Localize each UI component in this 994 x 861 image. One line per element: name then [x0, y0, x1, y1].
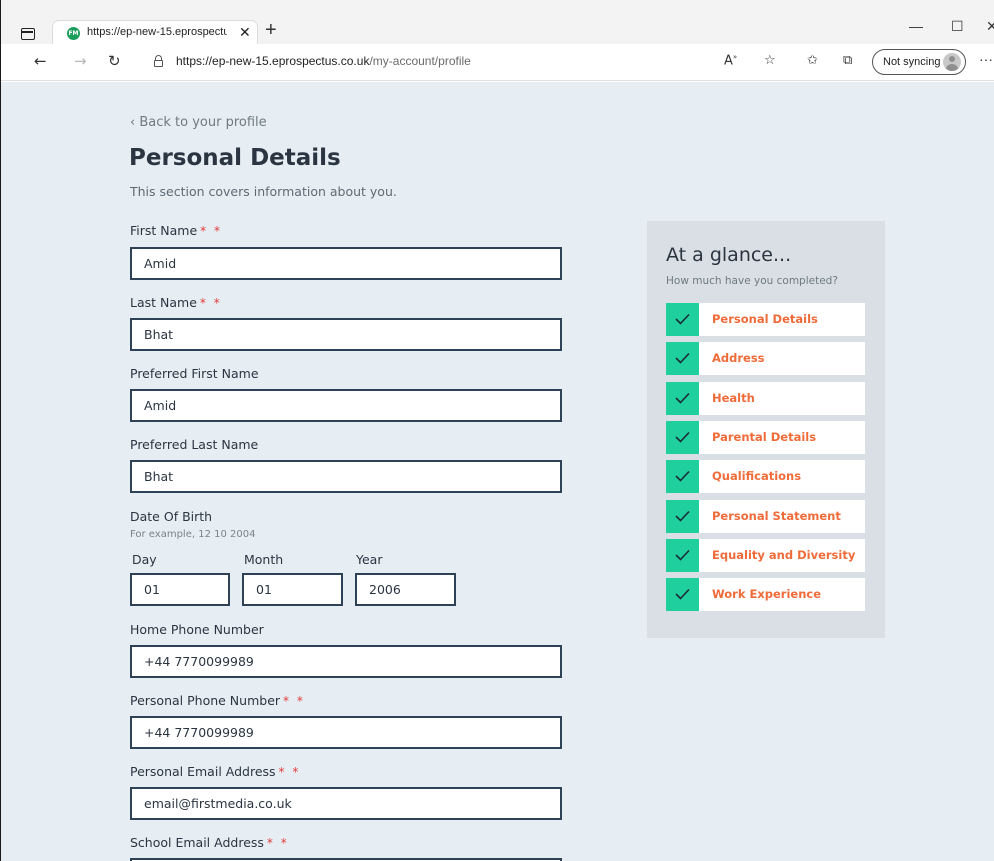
check-icon: [666, 578, 699, 611]
last-name-label: Last Name * *: [130, 295, 222, 310]
glance-subtitle: How much have you completed?: [666, 275, 838, 287]
first-name-label: First Name * *: [130, 223, 222, 238]
address-bar[interactable]: https://ep-new-15.eprospectus.co.uk/my-a…: [146, 50, 706, 74]
avatar-icon: [943, 53, 961, 71]
preferred-first-name-input[interactable]: Amid: [130, 389, 562, 422]
profile-button[interactable]: Not syncing: [872, 49, 966, 75]
more-icon[interactable]: ···: [979, 51, 993, 67]
first-name-label-text: First Name: [130, 223, 198, 238]
glance-item[interactable]: Address: [666, 342, 865, 375]
preferred-last-name-input[interactable]: Bhat: [130, 460, 562, 493]
forward-icon[interactable]: →: [74, 52, 87, 70]
at-a-glance-panel: At a glance... How much have you complet…: [647, 221, 885, 638]
back-icon[interactable]: ←: [34, 52, 47, 70]
glance-item-label: Equality and Diversity: [712, 548, 856, 562]
required-marker: * *: [278, 765, 301, 779]
month-label: Month: [244, 552, 284, 567]
address-toolbar: ← → ↻ https://ep-new-15.eprospectus.co.u…: [1, 44, 994, 81]
check-icon: [666, 303, 699, 336]
first-name-input[interactable]: Amid: [130, 247, 562, 280]
month-input[interactable]: 01: [242, 573, 343, 606]
maximize-icon[interactable]: ☐: [951, 18, 964, 35]
lock-icon[interactable]: [154, 55, 163, 67]
glance-item-label: Address: [712, 351, 765, 365]
favicon-icon: FM: [67, 27, 80, 40]
personal-phone-label-text: Personal Phone Number: [130, 693, 281, 708]
read-aloud-icon[interactable]: A»: [724, 53, 737, 68]
glance-item[interactable]: Personal Statement: [666, 500, 865, 533]
home-phone-input[interactable]: +44 7770099989: [130, 645, 562, 678]
minimize-icon[interactable]: —: [909, 18, 923, 34]
personal-email-label: Personal Email Address * *: [130, 764, 300, 779]
glance-item[interactable]: Personal Details: [666, 303, 865, 336]
day-input[interactable]: 01: [130, 573, 230, 606]
page-content: ‹ Back to your profile Personal Details …: [1, 82, 994, 861]
favorites-icon[interactable]: ✩: [807, 53, 818, 68]
check-icon: [666, 382, 699, 415]
last-name-input[interactable]: Bhat: [130, 318, 562, 351]
sync-label: Not syncing: [883, 56, 941, 68]
url-path: /my-account/profile: [369, 54, 471, 68]
browser-window: FM https://ep-new-15.eprospectus.c ✕ + —…: [0, 0, 994, 861]
check-icon: [666, 500, 699, 533]
window-menu-icon[interactable]: [21, 28, 35, 40]
glance-item-label: Work Experience: [712, 587, 822, 601]
glance-item-label: Qualifications: [712, 469, 802, 483]
page-title: Personal Details: [129, 145, 341, 171]
glance-item[interactable]: Health: [666, 382, 865, 415]
personal-email-label-text: Personal Email Address: [130, 764, 276, 779]
check-icon: [666, 539, 699, 572]
glance-title: At a glance...: [666, 244, 792, 266]
tab-strip: FM https://ep-new-15.eprospectus.c ✕ + —…: [1, 0, 994, 46]
page-subtitle: This section covers information about yo…: [130, 184, 397, 199]
collections-icon[interactable]: ⧉: [843, 53, 852, 68]
browser-tab[interactable]: FM https://ep-new-15.eprospectus.c ✕: [52, 20, 258, 46]
preferred-last-name-label: Preferred Last Name: [130, 437, 259, 452]
glance-item-label: Personal Details: [712, 312, 818, 326]
back-to-profile-link[interactable]: ‹ Back to your profile: [130, 115, 267, 130]
url-host: https://ep-new-15.eprospectus.co.uk: [176, 54, 370, 68]
personal-phone-input[interactable]: +44 7770099989: [130, 716, 562, 749]
required-marker: * *: [200, 224, 222, 238]
personal-email-input[interactable]: email@firstmedia.co.uk: [130, 787, 562, 820]
glance-item-label: Personal Statement: [712, 509, 841, 523]
required-marker: * *: [199, 296, 222, 310]
preferred-first-name-label: Preferred First Name: [130, 366, 259, 381]
glance-item[interactable]: Parental Details: [666, 421, 865, 454]
required-marker: * *: [283, 694, 305, 708]
glance-item-label: Parental Details: [712, 430, 817, 444]
year-input[interactable]: 2006: [355, 573, 456, 606]
close-icon[interactable]: ✕: [239, 24, 251, 41]
check-icon: [666, 460, 699, 493]
personal-phone-label: Personal Phone Number * *: [130, 693, 305, 708]
favorite-add-icon[interactable]: ☆: [764, 53, 776, 68]
url-text[interactable]: https://ep-new-15.eprospectus.co.uk/my-a…: [176, 54, 471, 68]
day-label: Day: [132, 552, 157, 567]
date-of-birth-label: Date Of Birth: [130, 509, 213, 524]
home-phone-label: Home Phone Number: [130, 622, 264, 637]
glance-item[interactable]: Equality and Diversity: [666, 539, 865, 572]
required-marker: * *: [266, 836, 289, 850]
window-close-icon[interactable]: ✕: [986, 18, 994, 35]
refresh-icon[interactable]: ↻: [108, 52, 121, 70]
tab-title: https://ep-new-15.eprospectus.c: [87, 26, 227, 38]
last-name-label-text: Last Name: [130, 295, 197, 310]
date-of-birth-hint: For example, 12 10 2004: [130, 529, 256, 540]
check-icon: [666, 342, 699, 375]
glance-item-label: Health: [712, 391, 755, 405]
new-tab-icon[interactable]: +: [265, 19, 277, 42]
glance-item[interactable]: Work Experience: [666, 578, 865, 611]
check-icon: [666, 421, 699, 454]
school-email-label: School Email Address * *: [130, 835, 289, 850]
year-label: Year: [356, 552, 383, 567]
glance-item[interactable]: Qualifications: [666, 460, 865, 493]
school-email-label-text: School Email Address: [130, 835, 264, 850]
